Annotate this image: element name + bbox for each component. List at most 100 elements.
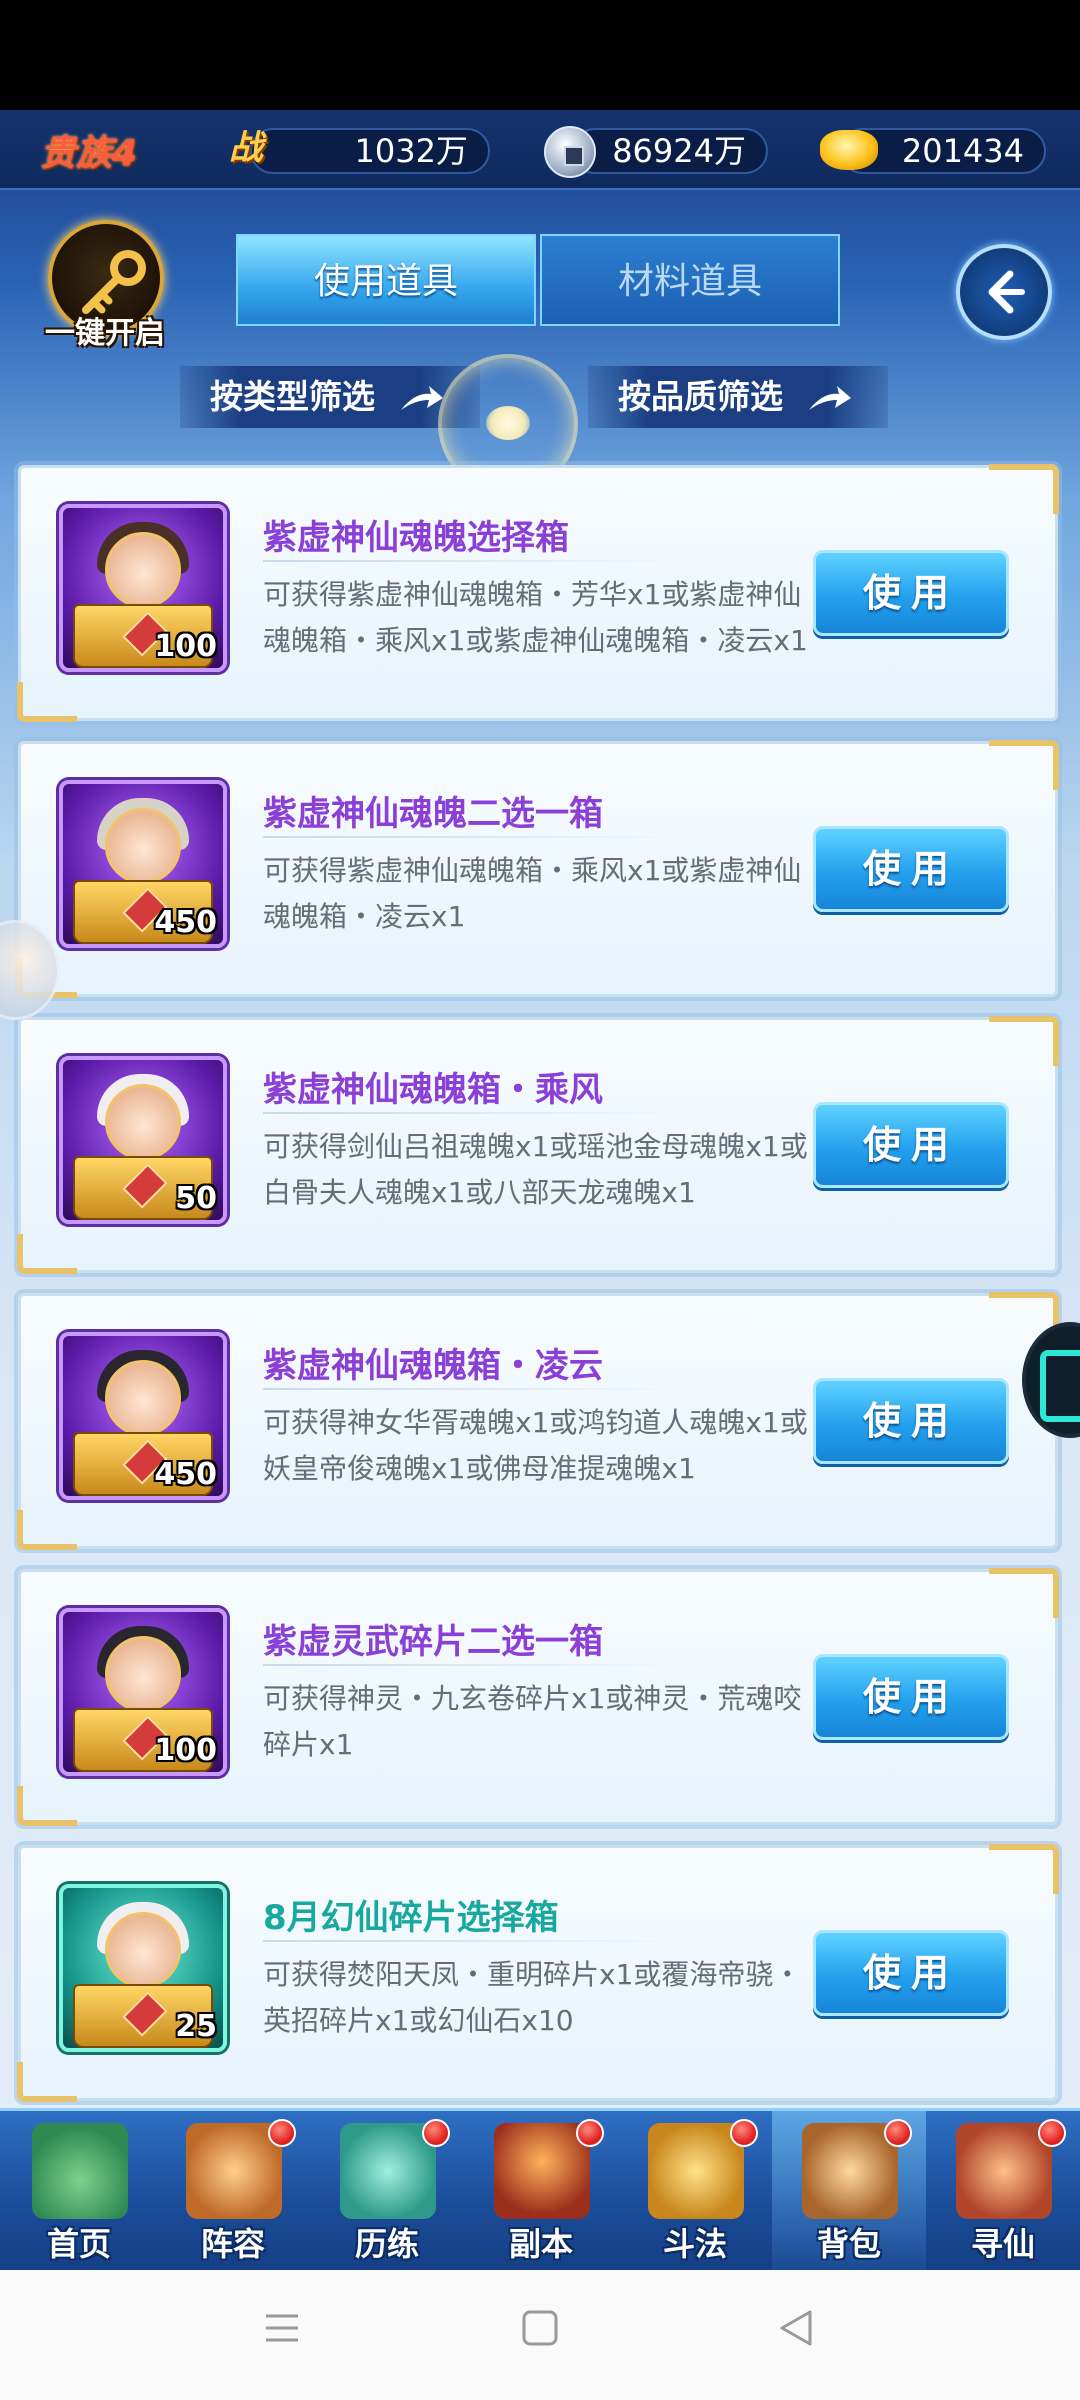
tab-use-items[interactable]: 使用道具	[236, 234, 536, 326]
back-arrow-icon	[988, 270, 1025, 314]
notification-badge	[884, 2119, 912, 2147]
nav-home[interactable]: 首页	[2, 2111, 156, 2270]
item-icon[interactable]: 25	[59, 1884, 227, 2052]
system-navigation-bar	[0, 2270, 1080, 2400]
divider	[263, 1112, 683, 1114]
card-corner-ornament	[17, 2062, 77, 2102]
use-button[interactable]: 使用	[813, 1102, 1009, 1188]
use-button[interactable]: 使用	[813, 550, 1009, 636]
notification-badge	[422, 2119, 450, 2147]
nav-label: 历练	[354, 2225, 419, 2263]
back-button[interactable]	[956, 244, 1052, 340]
nav-backpack[interactable]: 背包	[772, 2111, 926, 2270]
hero-portrait	[105, 1912, 181, 1988]
notification-badge	[730, 2119, 758, 2147]
status-bar	[0, 0, 1080, 110]
nav-label: 寻仙	[970, 2225, 1035, 2263]
silver-value: 86924万	[572, 128, 768, 174]
filter-by-quality-label: 按品质筛选	[618, 377, 783, 416]
battle-power-value: 1032万	[250, 128, 490, 174]
arrow-right-icon	[400, 385, 443, 410]
dungeon-gate-icon	[494, 2123, 590, 2219]
card-corner-ornament	[989, 464, 1059, 514]
hero-portrait	[105, 1084, 181, 1160]
nav-training[interactable]: 历练	[310, 2111, 464, 2270]
notification-badge	[1038, 2119, 1066, 2147]
nav-label: 背包	[816, 2225, 881, 2263]
card-corner-ornament	[17, 1234, 77, 1274]
nav-lineup[interactable]: 阵容	[156, 2111, 310, 2270]
card-corner-ornament	[989, 1844, 1059, 1894]
game-screen: 贵族4 1032万 战 86924万 201434 一键开启 使用道具 材料道具	[0, 110, 1080, 2270]
item-name: 紫虚神仙魂魄箱・凌云	[263, 1346, 603, 1386]
list-item: 100 紫虚神仙魂魄选择箱 可获得紫虚神仙魂魄箱・芳华x1或紫虚神仙魂魄箱・乘风…	[17, 464, 1059, 722]
item-icon[interactable]: 450	[59, 1332, 227, 1500]
vip-level-label[interactable]: 贵族4	[40, 124, 137, 176]
arena-sword-icon	[648, 2123, 744, 2219]
tab-material-items[interactable]: 材料道具	[540, 234, 840, 326]
resource-bar: 贵族4 1032万 战 86924万 201434	[0, 110, 1080, 190]
home-icon	[32, 2123, 128, 2219]
nav-dungeon[interactable]: 副本	[464, 2111, 618, 2270]
list-item: 50 紫虚神仙魂魄箱・乘风 可获得剑仙吕祖魂魄x1或瑶池金母魂魄x1或白骨夫人魂…	[17, 1016, 1059, 1274]
divider	[263, 1388, 683, 1390]
divider	[263, 1940, 683, 1942]
filter-by-type-label: 按类型筛选	[210, 377, 375, 416]
list-item: 450 紫虚神仙魂魄二选一箱 可获得紫虚神仙魂魄箱・乘风x1或紫虚神仙魂魄箱・凌…	[17, 740, 1059, 998]
nav-label: 阵容	[200, 2225, 265, 2263]
use-button[interactable]: 使用	[813, 1378, 1009, 1464]
hero-portrait	[105, 1360, 181, 1436]
nav-arena[interactable]: 斗法	[618, 2111, 772, 2270]
home-square-icon[interactable]	[520, 2308, 560, 2348]
use-button[interactable]: 使用	[813, 1654, 1009, 1740]
item-description: 可获得紫虚神仙魂魄箱・乘风x1或紫虚神仙魂魄箱・凌云x1	[263, 854, 802, 933]
card-corner-ornament	[989, 740, 1059, 790]
card-corner-ornament	[17, 1510, 77, 1550]
item-name: 8月幻仙碎片选择箱	[263, 1898, 559, 1938]
nav-label: 首页	[46, 2225, 111, 2263]
item-description: 可获得紫虚神仙魂魄箱・芳华x1或紫虚神仙魂魄箱・乘风x1或紫虚神仙魂魄箱・凌云x…	[263, 578, 808, 657]
item-icon[interactable]: 100	[59, 1608, 227, 1776]
item-count: 450	[154, 1457, 217, 1492]
nav-seek-immortal[interactable]: 寻仙	[926, 2111, 1080, 2270]
divider	[263, 836, 683, 838]
item-icon[interactable]: 50	[59, 1056, 227, 1224]
list-item: 450 紫虚神仙魂魄箱・凌云 可获得神女华胥魂魄x1或鸿钧道人魂魄x1或妖皇帝俊…	[17, 1292, 1059, 1550]
filter-by-type-button[interactable]: 按类型筛选	[180, 366, 480, 428]
use-button[interactable]: 使用	[813, 826, 1009, 912]
card-corner-ornament	[17, 1786, 77, 1826]
item-name: 紫虚神仙魂魄选择箱	[263, 518, 569, 558]
notification-badge	[576, 2119, 604, 2147]
divider	[263, 1664, 683, 1666]
card-corner-ornament	[17, 682, 77, 722]
bottom-navigation: 首页 阵容 历练 副本 斗法 背包 寻仙	[0, 2108, 1080, 2270]
item-name: 紫虚灵武碎片二选一箱	[263, 1622, 603, 1662]
scroll-icon	[956, 2123, 1052, 2219]
one-click-open-label: 一键开启	[45, 316, 165, 351]
back-triangle-icon[interactable]	[776, 2308, 816, 2348]
nav-label: 副本	[508, 2225, 573, 2263]
backpack-icon	[802, 2123, 898, 2219]
item-name: 紫虚神仙魂魄二选一箱	[263, 794, 603, 834]
item-count: 25	[175, 2009, 217, 2044]
use-button[interactable]: 使用	[813, 1930, 1009, 2016]
item-description: 可获得神女华胥魂魄x1或鸿钧道人魂魄x1或妖皇帝俊魂魄x1或佛母准提魂魄x1	[263, 1406, 808, 1485]
battle-power-icon: 战	[229, 128, 263, 168]
item-icon[interactable]: 450	[59, 780, 227, 948]
item-name: 紫虚神仙魂魄箱・乘风	[263, 1070, 603, 1110]
hero-portrait	[105, 808, 181, 884]
menu-icon[interactable]	[262, 2308, 302, 2348]
filter-by-quality-button[interactable]: 按品质筛选	[588, 366, 888, 428]
gold-ingot-icon	[820, 130, 878, 170]
hero-portrait	[105, 532, 181, 608]
item-count: 50	[175, 1181, 217, 1216]
hero-portrait	[105, 1636, 181, 1712]
item-icon[interactable]: 100	[59, 504, 227, 672]
item-tabs: 使用道具 材料道具	[236, 234, 844, 326]
card-corner-ornament	[989, 1016, 1059, 1066]
item-count: 100	[154, 1733, 217, 1768]
notification-badge	[268, 2119, 296, 2147]
item-description: 可获得剑仙吕祖魂魄x1或瑶池金母魂魄x1或白骨夫人魂魄x1或八部天龙魂魄x1	[263, 1130, 808, 1209]
silver-coin-icon	[544, 126, 596, 178]
training-icon	[340, 2123, 436, 2219]
